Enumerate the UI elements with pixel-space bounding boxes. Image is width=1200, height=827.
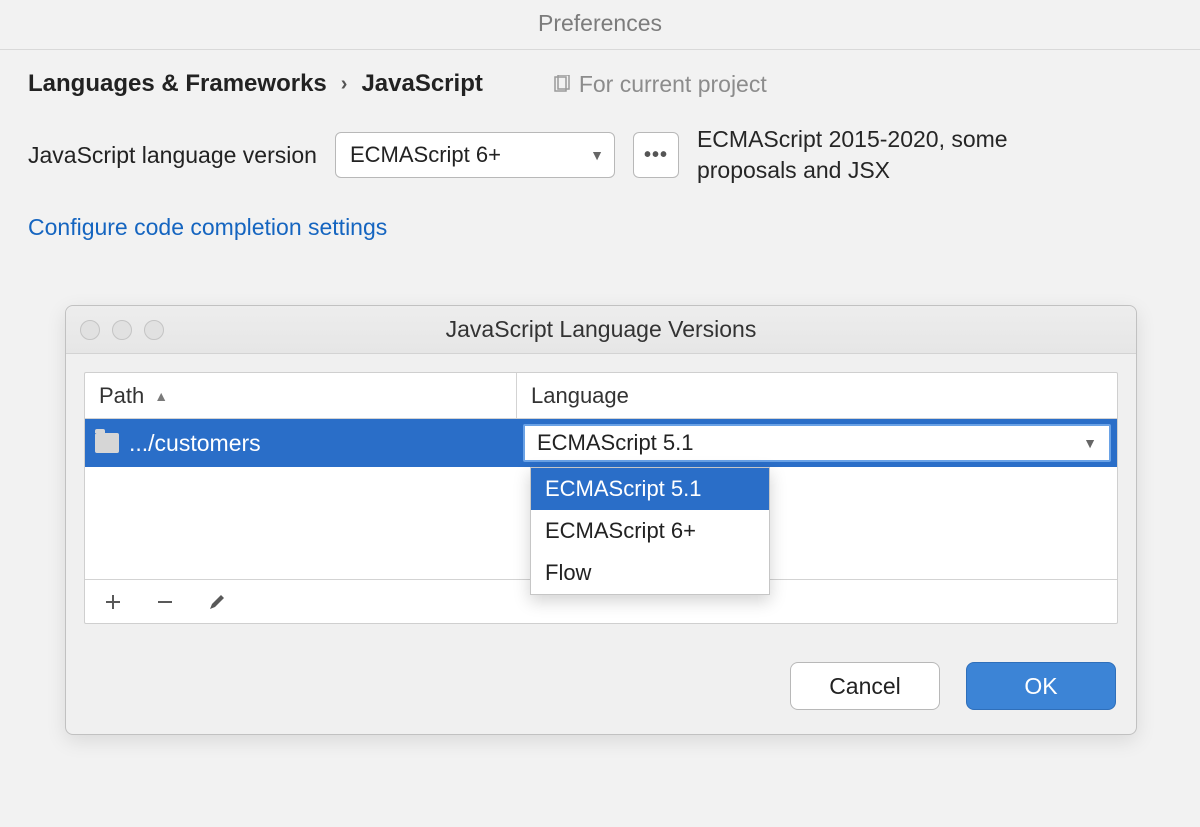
remove-row-button[interactable] [153,590,177,614]
minus-icon [156,593,174,611]
column-header-path-label: Path [99,383,144,409]
zoom-window-icon[interactable] [144,320,164,340]
cell-path: .../customers [85,430,517,457]
ok-button[interactable]: OK [966,662,1116,710]
breadcrumb: Languages & Frameworks › JavaScript For … [28,70,1172,98]
sort-asc-icon: ▲ [154,388,168,404]
dialog-body: Path ▲ Language .../customers ECMAScript… [66,354,1136,642]
row-language-select[interactable]: ECMAScript 5.1 ▼ [523,424,1111,462]
folder-icon [95,433,119,453]
add-row-button[interactable] [101,590,125,614]
language-dropdown: ECMAScript 5.1 ECMAScript 6+ Flow [530,467,770,595]
table-body: .../customers ECMAScript 5.1 ▼ ECMAScrip… [85,419,1117,579]
language-versions-dialog: JavaScript Language Versions Path ▲ Lang… [65,305,1137,735]
plus-icon [104,593,122,611]
cell-language: ECMAScript 5.1 ▼ [517,424,1117,462]
dialog-titlebar[interactable]: JavaScript Language Versions [66,306,1136,354]
language-versions-table: Path ▲ Language .../customers ECMAScript… [84,372,1118,624]
dropdown-option[interactable]: ECMAScript 6+ [531,510,769,552]
breadcrumb-item-languages[interactable]: Languages & Frameworks [28,70,327,98]
scope-badge: For current project [553,71,767,98]
window-title: Preferences [0,0,1200,50]
dialog-title: JavaScript Language Versions [66,316,1136,343]
dropdown-option[interactable]: ECMAScript 5.1 [531,468,769,510]
table-header: Path ▲ Language [85,373,1117,419]
language-version-more-button[interactable]: ••• [633,132,679,178]
configure-code-completion-link[interactable]: Configure code completion settings [28,214,387,241]
column-header-language[interactable]: Language [517,373,1117,418]
chevron-down-icon: ▼ [590,147,604,163]
pencil-icon [207,592,227,612]
chevron-right-icon: › [341,73,348,96]
column-header-language-label: Language [531,383,629,409]
edit-row-button[interactable] [205,590,229,614]
language-version-row: JavaScript language version ECMAScript 6… [28,124,1172,186]
scope-label: For current project [579,71,767,98]
chevron-down-icon: ▼ [1083,435,1097,451]
window-controls [80,320,164,340]
cell-path-text: .../customers [129,430,261,457]
column-header-path[interactable]: Path ▲ [85,373,517,418]
ellipsis-icon: ••• [644,144,668,167]
table-row[interactable]: .../customers ECMAScript 5.1 ▼ [85,419,1117,467]
cancel-button[interactable]: Cancel [790,662,940,710]
language-version-select[interactable]: ECMAScript 6+ ▼ [335,132,615,178]
row-language-selected: ECMAScript 5.1 [537,430,694,456]
project-scope-icon [553,75,571,93]
dropdown-option[interactable]: Flow [531,552,769,594]
preferences-content: Languages & Frameworks › JavaScript For … [0,50,1200,261]
breadcrumb-item-javascript[interactable]: JavaScript [361,70,482,98]
language-version-label: JavaScript language version [28,142,317,169]
close-window-icon[interactable] [80,320,100,340]
language-version-selected: ECMAScript 6+ [350,142,501,168]
dialog-footer: Cancel OK [66,642,1136,734]
language-version-hint: ECMAScript 2015-2020, some proposals and… [697,124,1057,186]
minimize-window-icon[interactable] [112,320,132,340]
